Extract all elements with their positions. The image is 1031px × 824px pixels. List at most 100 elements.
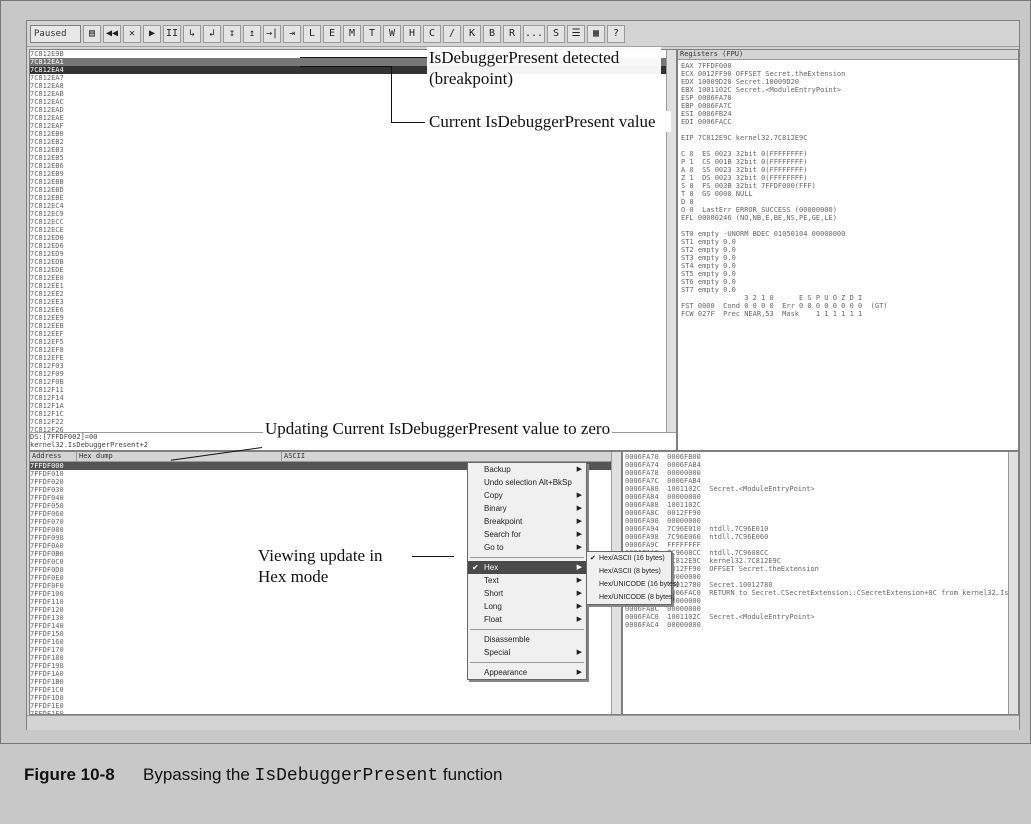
disassembly-row[interactable]: 7C812EDB bbox=[30, 258, 676, 266]
disassembly-row[interactable]: 7C812F14 bbox=[30, 394, 676, 402]
disassembly-row[interactable]: 7C812EAB bbox=[30, 90, 676, 98]
disassembly-row[interactable]: 7C812EE0 bbox=[30, 274, 676, 282]
stack-row[interactable]: 0006FA98 7C96E060 ntdll.7C96E060 bbox=[625, 533, 1016, 541]
stack-row[interactable]: 0006FAB0 10012780 Secret.10012780 bbox=[625, 581, 1016, 589]
toolbar-button-13[interactable]: M bbox=[343, 24, 361, 43]
stack-row[interactable]: 0006FA70 0006FB00 bbox=[625, 453, 1016, 461]
disassembly-row[interactable]: 7C812ED9 bbox=[30, 250, 676, 258]
disassembly-row[interactable]: 7C812EE9 bbox=[30, 314, 676, 322]
toolbar-button-21[interactable]: R bbox=[503, 24, 521, 43]
dump-row[interactable]: 7FFDF1C0 bbox=[30, 686, 621, 694]
disassembly-row[interactable]: 7C812EE6 bbox=[30, 306, 676, 314]
stack-row[interactable]: 0006FA78 00000000 bbox=[625, 469, 1016, 477]
menu-item-long[interactable]: Long ▶ bbox=[468, 600, 586, 613]
toolbar-button-9[interactable]: →| bbox=[263, 24, 281, 43]
disassembly-row[interactable]: 7C812F0B bbox=[30, 378, 676, 386]
toolbar-button-4[interactable]: II bbox=[163, 24, 181, 43]
disassembly-row[interactable]: 7C812EB6 bbox=[30, 162, 676, 170]
stack-row[interactable]: 0006FAA0 7C9608CC ntdll.7C9608CC bbox=[625, 549, 1016, 557]
disassembly-row[interactable]: 7C812ECC bbox=[30, 218, 676, 226]
disassembly-row[interactable]: 7C812ECE bbox=[30, 226, 676, 234]
menu-item-search-for[interactable]: Search for ▶ bbox=[468, 528, 586, 541]
toolbar-button-12[interactable]: E bbox=[323, 24, 341, 43]
disassembly-row[interactable]: 7C812EB9 bbox=[30, 170, 676, 178]
stack-row[interactable]: 0006FAC0 1001102C Secret.<ModuleEntryPoi… bbox=[625, 613, 1016, 621]
menu-item-go-to[interactable]: Go to ▶ bbox=[468, 541, 586, 554]
disassembly-row[interactable]: 7C812F03 bbox=[30, 362, 676, 370]
stack-row[interactable]: 0006FA8C 0012FF90 bbox=[625, 509, 1016, 517]
toolbar-button-16[interactable]: H bbox=[403, 24, 421, 43]
disassembly-row[interactable]: 7C812EE2 bbox=[30, 290, 676, 298]
menu-item-hex[interactable]: ✔ Hex ▶ bbox=[468, 561, 586, 574]
disassembly-row[interactable]: 7C812EEF bbox=[30, 330, 676, 338]
disassembly-row[interactable]: 7C812F1A bbox=[30, 402, 676, 410]
toolbar-button-20[interactable]: B bbox=[483, 24, 501, 43]
toolbar-button-14[interactable]: T bbox=[363, 24, 381, 43]
disassembly-row[interactable]: 7C812F1C bbox=[30, 410, 676, 418]
disassembly-row[interactable]: 7C812EB3 bbox=[30, 146, 676, 154]
menu-item-breakpoint[interactable]: Breakpoint ▶ bbox=[468, 515, 586, 528]
stack-row[interactable]: 0006FA94 7C96E010 ntdll.7C96E010 bbox=[625, 525, 1016, 533]
dump-row[interactable]: 7FFDF1E0 bbox=[30, 702, 621, 710]
toolbar-button-6[interactable]: ↲ bbox=[203, 24, 221, 43]
disassembly-row[interactable]: 7C812EB5 bbox=[30, 154, 676, 162]
disassembly-row[interactable]: 7C812EBE bbox=[30, 194, 676, 202]
toolbar-button-8[interactable]: ↥ bbox=[243, 24, 261, 43]
stack-row[interactable]: 0006FA7C 0006FAB4 bbox=[625, 477, 1016, 485]
disassembly-row[interactable]: 7C812EF8 bbox=[30, 346, 676, 354]
menu-item-special[interactable]: Special ▶ bbox=[468, 646, 586, 659]
toolbar-button-24[interactable]: ☰ bbox=[567, 24, 586, 43]
stack-row[interactable]: 0006FAAC 00000000 bbox=[625, 573, 1016, 581]
menu-item-binary[interactable]: Binary ▶ bbox=[468, 502, 586, 515]
stack-row[interactable]: 0006FABC 00000000 bbox=[625, 605, 1016, 613]
disassembly-row[interactable]: 7C812F11 bbox=[30, 386, 676, 394]
stack-row[interactable]: 0006FAB4 0006FAC0 RETURN to Secret.CSecr… bbox=[625, 589, 1016, 597]
toolbar-button-10[interactable]: ⇥ bbox=[283, 24, 301, 43]
disassembly-row[interactable]: 7C812EB2 bbox=[30, 138, 676, 146]
toolbar-button-2[interactable]: ✕ bbox=[123, 24, 141, 43]
disassembly-row[interactable]: 7C812EC4 bbox=[30, 202, 676, 210]
menu-item-copy[interactable]: Copy ▶ bbox=[468, 489, 586, 502]
toolbar-button-26[interactable]: ? bbox=[607, 24, 626, 43]
stack-row[interactable]: 0006FAC4 00000000 bbox=[625, 621, 1016, 629]
toolbar-button-22[interactable]: ... bbox=[523, 24, 546, 43]
toolbar-button-11[interactable]: L bbox=[303, 24, 321, 43]
toolbar-button-0[interactable]: ▤ bbox=[83, 24, 101, 43]
disassembly-pane[interactable]: 7C812E9B 7C812EA1 7C812EA4 7C812EA7 7C812EA8… bbox=[29, 49, 677, 433]
disassembly-row[interactable]: 7C812EEB bbox=[30, 322, 676, 330]
menu-item-text[interactable]: Text ▶ bbox=[468, 574, 586, 587]
disassembly-row[interactable]: 7C812ED6 bbox=[30, 242, 676, 250]
stack-scrollbar[interactable] bbox=[1008, 452, 1018, 714]
menu-item-undo-selection-alt-bksp[interactable]: Undo selection Alt+BkSp bbox=[468, 476, 586, 489]
disassembly-row[interactable]: 7C812EBB bbox=[30, 178, 676, 186]
toolbar-button-18[interactable]: / bbox=[443, 24, 461, 43]
disassembly-row[interactable]: 7C812ED0 bbox=[30, 234, 676, 242]
stack-row[interactable]: 0006FA74 0006FAB4 bbox=[625, 461, 1016, 469]
toolbar-button-17[interactable]: C bbox=[423, 24, 441, 43]
toolbar-button-25[interactable]: ▦ bbox=[587, 24, 606, 43]
dump-row[interactable]: 7FFDF1D0 bbox=[30, 694, 621, 702]
submenu-item[interactable]: ✔ Hex/ASCII (16 bytes) bbox=[587, 552, 671, 565]
disassembly-row[interactable]: 7C812EAC bbox=[30, 98, 676, 106]
stack-pane[interactable]: 0006FA70 0006FB00 0006FA74 0006FAB4 0006FA… bbox=[622, 451, 1019, 715]
toolbar-button-19[interactable]: K bbox=[463, 24, 481, 43]
toolbar-button-5[interactable]: ↳ bbox=[183, 24, 201, 43]
submenu-item[interactable]: Hex/UNICODE (16 bytes) bbox=[587, 578, 679, 591]
stack-row[interactable]: 0006FA9C FFFFFFFF bbox=[625, 541, 1016, 549]
disassembly-row[interactable]: 7C812EE3 bbox=[30, 298, 676, 306]
stack-row[interactable]: 0006FA90 00000000 bbox=[625, 517, 1016, 525]
disassembly-row[interactable]: 7C812EE1 bbox=[30, 282, 676, 290]
disassembly-row[interactable]: 7C812EBD bbox=[30, 186, 676, 194]
toolbar-button-23[interactable]: S bbox=[547, 24, 566, 43]
disassembly-row[interactable]: 7C812EC9 bbox=[30, 210, 676, 218]
menu-item-disassemble[interactable]: Disassemble bbox=[468, 633, 586, 646]
disassembly-scrollbar[interactable] bbox=[666, 50, 676, 432]
toolbar-button-15[interactable]: W bbox=[383, 24, 401, 43]
disassembly-row[interactable]: 7C812EFE bbox=[30, 354, 676, 362]
toolbar-button-1[interactable]: ◀◀ bbox=[103, 24, 121, 43]
stack-row[interactable]: 0006FAA8 0012FF90 OFFSET Secret.theExten… bbox=[625, 565, 1016, 573]
stack-row[interactable]: 0006FA80 1001102C Secret.<ModuleEntryPoi… bbox=[625, 485, 1016, 493]
toolbar-button-7[interactable]: ↧ bbox=[223, 24, 241, 43]
menu-item-backup[interactable]: Backup ▶ bbox=[468, 463, 586, 476]
disassembly-row[interactable]: 7C812EDE bbox=[30, 266, 676, 274]
